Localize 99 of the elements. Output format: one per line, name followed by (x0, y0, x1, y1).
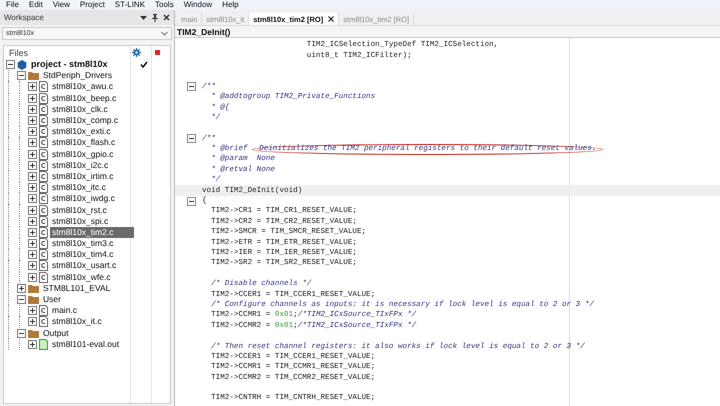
tree-item[interactable]: Output (41, 328, 71, 339)
expand-icon[interactable] (28, 317, 37, 326)
file-icon (39, 316, 48, 328)
tree-item[interactable]: stm8l10x_spi.c (50, 216, 110, 227)
tree-item[interactable]: stm8l10x_i2c.c (50, 160, 110, 171)
expand-icon[interactable] (28, 216, 37, 226)
close-icon[interactable] (328, 16, 334, 22)
tree-item[interactable]: stm8l10x_beep.c (50, 92, 118, 104)
tree-item[interactable]: stm8l10x_iwdg.c (50, 193, 117, 204)
tree-item[interactable]: stm8l10x_rst.c (50, 204, 109, 216)
tree-item[interactable]: stm8l10x_clk.c (50, 104, 110, 115)
expand-icon[interactable] (28, 160, 37, 170)
folder-icon (28, 295, 39, 304)
panel-title: Workspace (4, 13, 44, 22)
tree-item[interactable]: stm8l10x_gpio.c (50, 148, 116, 160)
menu-item[interactable]: Edit (28, 0, 43, 10)
tree-item[interactable]: project - stm8l10x (29, 59, 110, 70)
menu-item[interactable]: Window (184, 0, 212, 10)
expand-icon[interactable] (28, 138, 37, 148)
column-header: Files (9, 48, 28, 58)
pin-icon[interactable] (152, 14, 158, 22)
file-icon (39, 126, 48, 138)
check-icon (140, 61, 148, 68)
expand-icon[interactable] (28, 94, 37, 103)
menu-item[interactable]: Tools (155, 0, 174, 10)
tree-item[interactable]: User (41, 294, 63, 306)
tree-item[interactable]: stm8l10x_tim2.c (50, 226, 134, 238)
menu-item[interactable]: View (52, 0, 70, 10)
tree-item[interactable]: stm8l10x_wfe.c (50, 272, 113, 283)
expand-icon[interactable] (28, 272, 37, 282)
collapse-icon[interactable] (17, 71, 26, 80)
expand-icon[interactable] (28, 306, 37, 316)
function-name: TIM2_DeInit() (177, 26, 230, 36)
collapse-icon[interactable] (187, 134, 196, 144)
dropdown-icon[interactable] (140, 14, 147, 20)
menu-item[interactable]: Project (80, 0, 105, 10)
menu-item[interactable]: ST-LINK (114, 0, 146, 10)
tree-item[interactable]: stm8l10x_tim4.c (50, 249, 116, 260)
tree-item[interactable]: stm8l10x_awu.c (50, 81, 115, 92)
expand-icon[interactable] (28, 183, 37, 192)
expand-icon[interactable] (28, 172, 37, 181)
collapse-icon[interactable] (187, 82, 196, 92)
collapse-icon[interactable] (187, 196, 196, 206)
tree-item[interactable]: StdPeriph_Drivers (41, 70, 114, 82)
tree-item[interactable]: stm8l10x_exti.c (50, 126, 113, 138)
file-icon (39, 137, 48, 148)
file-icon (39, 92, 48, 104)
expand-icon[interactable] (28, 239, 37, 248)
file-icon (39, 170, 48, 182)
expand-icon[interactable] (28, 250, 37, 260)
expand-icon[interactable] (17, 284, 26, 293)
folder-icon (28, 284, 39, 293)
tree-item[interactable]: stm8l10x_flash.c (50, 137, 118, 148)
file-icon (39, 272, 48, 283)
expand-icon[interactable] (28, 206, 37, 215)
tree-item[interactable]: stm8l10x_it.c (50, 316, 104, 328)
expand-icon[interactable] (28, 82, 37, 92)
file-icon (39, 160, 48, 171)
file-icon (39, 238, 48, 250)
expand-icon[interactable] (28, 104, 37, 114)
close-icon[interactable] (163, 14, 170, 21)
tree-item[interactable]: stm8l101-eval.out (50, 338, 122, 350)
chevron-icon (161, 31, 168, 36)
file-icon (39, 260, 48, 272)
expand-icon[interactable] (28, 116, 37, 126)
expand-icon[interactable] (28, 150, 37, 159)
expand-icon[interactable] (28, 127, 37, 136)
file-icon (39, 193, 48, 204)
gear-icon[interactable] (132, 48, 141, 57)
expand-icon[interactable] (28, 228, 37, 237)
file-icon (39, 249, 48, 260)
menu-item[interactable]: Help (222, 0, 239, 10)
file-icon (39, 226, 48, 238)
tree-item[interactable]: STM8L101_EVAL (41, 282, 112, 294)
file-icon (39, 148, 48, 160)
expand-icon[interactable] (28, 194, 37, 204)
hexagon-icon (17, 60, 27, 70)
collapse-icon[interactable] (6, 60, 15, 70)
tree-item[interactable]: stm8l10x_comp.c (50, 115, 120, 126)
file-icon (39, 338, 48, 350)
file-icon (39, 104, 48, 115)
tree-item[interactable]: main.c (50, 305, 80, 316)
file-icon (39, 182, 48, 194)
tree-item[interactable]: stm8l10x_itc.c (50, 182, 108, 194)
file-icon (39, 81, 48, 92)
folder-icon (28, 71, 39, 80)
tree-item[interactable]: stm8l10x_irtim.c (50, 170, 116, 182)
folder-icon (28, 328, 39, 338)
tree-item[interactable]: stm8l10x_tim3.c (50, 238, 116, 250)
expand-icon[interactable] (28, 340, 37, 349)
file-icon (39, 115, 48, 126)
file-icon (39, 305, 48, 316)
file-icon (39, 204, 48, 216)
file-icon (39, 216, 48, 227)
collapse-icon[interactable] (17, 328, 26, 338)
tree-item[interactable]: stm8l10x_usart.c (50, 260, 118, 272)
collapse-icon[interactable] (17, 295, 26, 304)
expand-icon[interactable] (28, 261, 37, 270)
menu-item[interactable]: File (6, 0, 19, 10)
